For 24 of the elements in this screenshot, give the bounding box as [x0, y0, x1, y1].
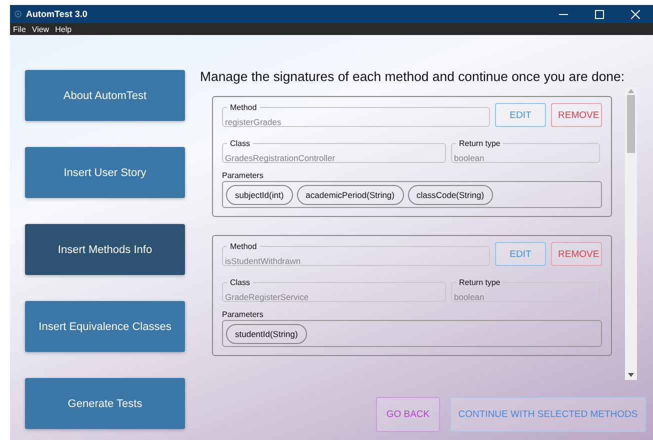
- field-label: Return type: [458, 139, 502, 148]
- scroll-down-icon[interactable]: [628, 373, 634, 377]
- scrollbar[interactable]: [625, 87, 637, 380]
- field-label: Method: [229, 242, 258, 251]
- menu-item[interactable]: File: [13, 24, 26, 34]
- window-title: AutomTest 3.0: [26, 9, 88, 19]
- field-label: Class: [229, 139, 252, 148]
- heading: Manage the signatures of each method and continue once you are done:: [200, 69, 626, 84]
- field-label: Class: [229, 278, 252, 287]
- close-icon[interactable]: [630, 10, 640, 18]
- nav-button[interactable]: Insert Methods Info: [25, 224, 185, 275]
- app-icon: [14, 10, 22, 18]
- menu-item[interactable]: View: [32, 24, 50, 34]
- nav-button[interactable]: Insert Equivalence Classes: [25, 301, 185, 352]
- field-label: Method: [229, 103, 258, 112]
- nav-button[interactable]: Insert User Story: [25, 147, 185, 198]
- maximize-icon[interactable]: [594, 10, 604, 18]
- scroll-thumb[interactable]: [627, 95, 635, 153]
- field-label: Return type: [458, 278, 502, 287]
- nav-button[interactable]: About AutomTest: [25, 70, 185, 121]
- parameters-label: Parameters: [222, 310, 264, 319]
- parameters-label: Parameters: [222, 171, 264, 180]
- nav-button[interactable]: Generate Tests: [25, 378, 185, 429]
- menu-item[interactable]: Help: [55, 24, 72, 34]
